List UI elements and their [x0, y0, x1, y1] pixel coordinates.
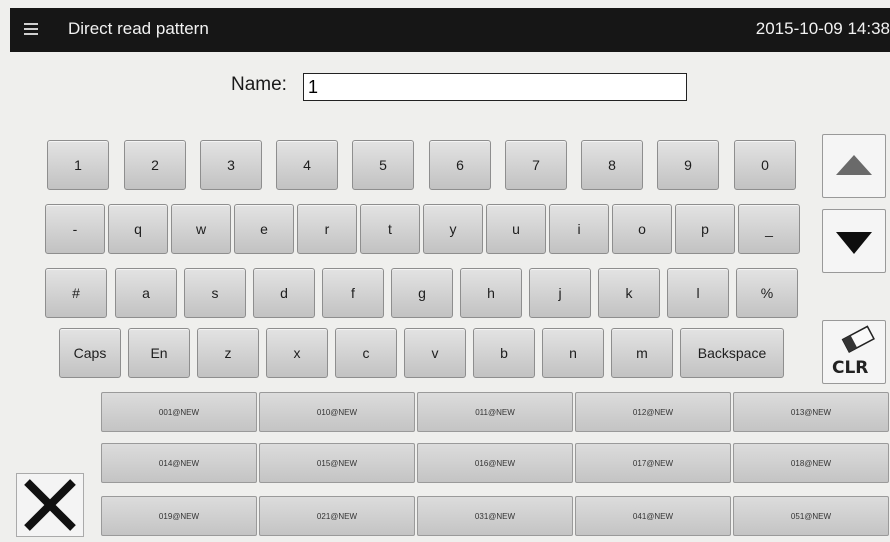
page-title: Direct read pattern — [68, 19, 209, 38]
key-7[interactable]: 7 — [505, 140, 567, 190]
pattern-button[interactable]: 011@NEW — [417, 392, 573, 432]
key-w[interactable]: w — [171, 204, 231, 254]
pattern-button[interactable]: 015@NEW — [259, 443, 415, 483]
backspace-key[interactable]: Backspace — [680, 328, 784, 378]
key-h[interactable]: h — [460, 268, 522, 318]
scroll-up-button[interactable] — [822, 134, 886, 198]
key-i[interactable]: i — [549, 204, 609, 254]
key-8[interactable]: 8 — [581, 140, 643, 190]
key-z[interactable]: z — [197, 328, 259, 378]
key-n[interactable]: n — [542, 328, 604, 378]
key-j[interactable]: j — [529, 268, 591, 318]
name-input[interactable] — [303, 73, 687, 101]
triangle-down-icon — [836, 232, 872, 254]
pattern-button[interactable]: 014@NEW — [101, 443, 257, 483]
key-c[interactable]: c — [335, 328, 397, 378]
pattern-button[interactable]: 041@NEW — [575, 496, 731, 536]
key-percent[interactable]: % — [736, 268, 798, 318]
key-b[interactable]: b — [473, 328, 535, 378]
key-v[interactable]: v — [404, 328, 466, 378]
key-1[interactable]: 1 — [47, 140, 109, 190]
pattern-button[interactable]: 013@NEW — [733, 392, 889, 432]
pattern-button[interactable]: 017@NEW — [575, 443, 731, 483]
key-e[interactable]: e — [234, 204, 294, 254]
key-g[interactable]: g — [391, 268, 453, 318]
key-2[interactable]: 2 — [124, 140, 186, 190]
scroll-down-button[interactable] — [822, 209, 886, 273]
caps-key[interactable]: Caps — [59, 328, 121, 378]
key-5[interactable]: 5 — [352, 140, 414, 190]
key-9[interactable]: 9 — [657, 140, 719, 190]
key-4[interactable]: 4 — [276, 140, 338, 190]
key-a[interactable]: a — [115, 268, 177, 318]
key-6[interactable]: 6 — [429, 140, 491, 190]
key-m[interactable]: m — [611, 328, 673, 378]
menu-icon[interactable] — [24, 23, 38, 35]
key-q[interactable]: q — [108, 204, 168, 254]
clr-label: CLR — [832, 358, 869, 378]
key-t[interactable]: t — [360, 204, 420, 254]
pattern-button[interactable]: 031@NEW — [417, 496, 573, 536]
key-o[interactable]: o — [612, 204, 672, 254]
triangle-up-icon — [836, 155, 872, 175]
close-icon — [24, 479, 76, 531]
pattern-button[interactable]: 010@NEW — [259, 392, 415, 432]
key-0[interactable]: 0 — [734, 140, 796, 190]
title-bar: Direct read pattern 2015-10-09 14:38 — [10, 8, 890, 52]
key-r[interactable]: r — [297, 204, 357, 254]
key-dash[interactable]: - — [45, 204, 105, 254]
pattern-button[interactable]: 016@NEW — [417, 443, 573, 483]
key-l[interactable]: l — [667, 268, 729, 318]
key-f[interactable]: f — [322, 268, 384, 318]
name-label: Name: — [231, 74, 287, 95]
pattern-button[interactable]: 019@NEW — [101, 496, 257, 536]
pattern-button[interactable]: 051@NEW — [733, 496, 889, 536]
key-u[interactable]: u — [486, 204, 546, 254]
pattern-button[interactable]: 012@NEW — [575, 392, 731, 432]
key-p[interactable]: p — [675, 204, 735, 254]
pattern-button[interactable]: 001@NEW — [101, 392, 257, 432]
key-s[interactable]: s — [184, 268, 246, 318]
key-k[interactable]: k — [598, 268, 660, 318]
eraser-icon — [841, 325, 875, 353]
key-y[interactable]: y — [423, 204, 483, 254]
key-underscore[interactable]: _ — [738, 204, 800, 254]
key-x[interactable]: x — [266, 328, 328, 378]
pattern-button[interactable]: 021@NEW — [259, 496, 415, 536]
close-button[interactable] — [16, 473, 84, 537]
key-hash[interactable]: # — [45, 268, 107, 318]
key-d[interactable]: d — [253, 268, 315, 318]
language-key[interactable]: En — [128, 328, 190, 378]
datetime: 2015-10-09 14:38 — [755, 19, 890, 38]
clear-button[interactable]: CLR — [822, 320, 886, 384]
pattern-button[interactable]: 018@NEW — [733, 443, 889, 483]
key-3[interactable]: 3 — [200, 140, 262, 190]
